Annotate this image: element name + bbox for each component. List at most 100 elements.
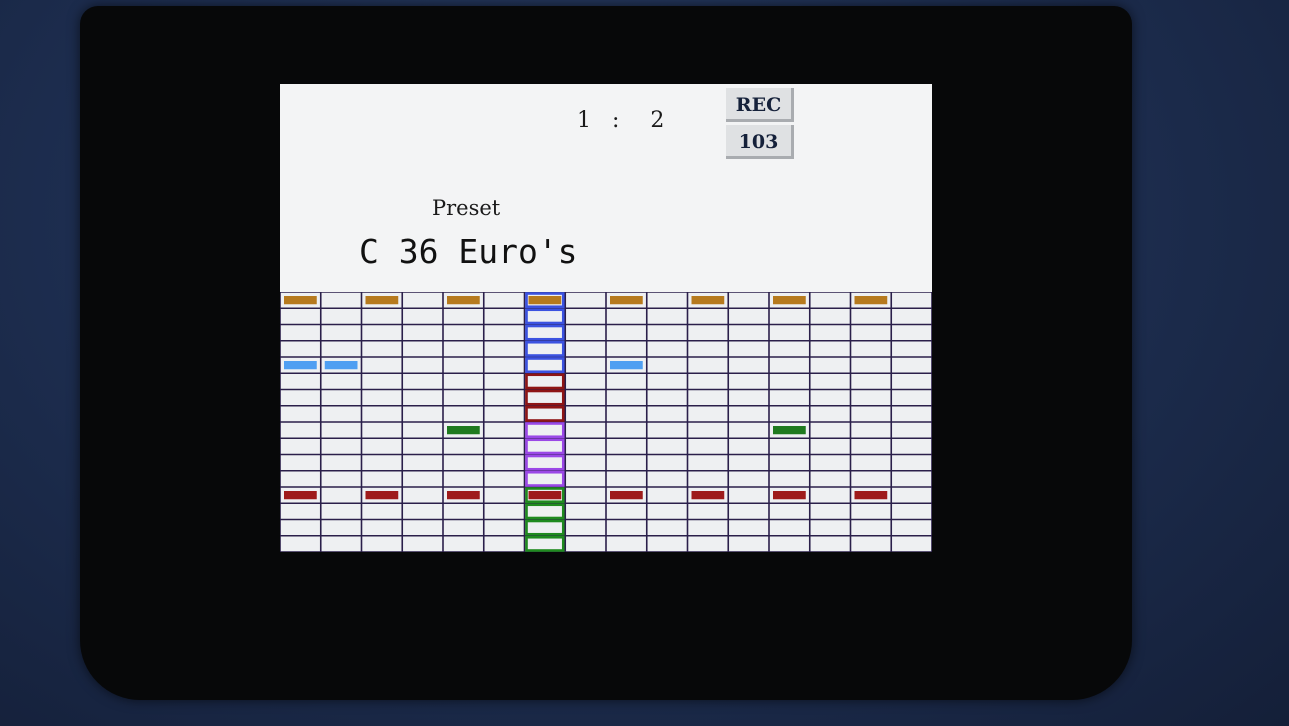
grid-cell[interactable] [320,340,362,357]
grid-cell[interactable] [565,438,606,455]
grid-cell[interactable] [565,487,606,504]
grid-cell[interactable] [320,422,362,439]
grid-cell[interactable] [280,535,321,552]
grid-cell[interactable] [280,519,321,536]
grid-cell[interactable] [320,389,362,406]
grid-cell[interactable] [769,405,810,422]
grid-cell[interactable] [769,324,810,341]
grid-cell[interactable] [769,340,810,357]
grid-cell[interactable] [361,470,403,487]
grid-cell[interactable] [809,340,851,357]
step-note[interactable] [365,491,399,500]
grid-cell[interactable] [565,405,606,422]
grid-cell[interactable] [443,405,484,422]
grid-cell[interactable] [565,373,606,390]
grid-cell[interactable] [687,389,729,406]
preset-name[interactable]: C 36 Euro's [359,232,578,271]
grid-cell[interactable] [687,405,729,422]
grid-cell[interactable] [769,470,810,487]
grid-cell[interactable] [728,503,769,520]
grid-cell[interactable] [606,405,647,422]
grid-cell[interactable] [687,324,729,341]
grid-cell[interactable] [891,357,932,374]
step-note[interactable] [284,491,317,500]
grid-cell[interactable] [891,405,932,422]
grid-cell[interactable] [483,454,525,471]
step-note[interactable] [610,361,643,370]
grid-cell[interactable] [361,454,403,471]
grid-cell[interactable] [606,389,647,406]
grid-cell[interactable] [850,308,892,325]
grid-cell[interactable] [402,422,443,439]
grid-cell[interactable] [443,438,484,455]
grid-cell[interactable] [320,438,362,455]
grid-cell[interactable] [402,292,443,309]
step-note[interactable] [854,296,888,305]
grid-cell[interactable] [809,487,851,504]
grid-cell[interactable] [606,340,647,357]
grid-cell[interactable] [606,519,647,536]
grid-cell[interactable] [483,405,525,422]
step-note[interactable] [365,296,399,305]
grid-cell[interactable] [565,357,606,374]
grid-cell[interactable] [728,357,769,374]
grid-cell[interactable] [809,405,851,422]
grid-cell[interactable] [646,357,688,374]
grid-cell[interactable] [361,438,403,455]
step-note[interactable] [528,491,562,500]
grid-cell[interactable] [687,535,729,552]
grid-cell[interactable] [280,454,321,471]
grid-cell[interactable] [443,340,484,357]
grid-cell[interactable] [280,503,321,520]
grid-cell[interactable] [320,324,362,341]
grid-cell[interactable] [646,438,688,455]
step-note[interactable] [691,491,725,500]
grid-cell[interactable] [361,357,403,374]
grid-cell[interactable] [850,340,892,357]
grid-cell[interactable] [483,519,525,536]
step-note[interactable] [528,296,562,305]
grid-cell[interactable] [483,503,525,520]
grid-cell[interactable] [646,535,688,552]
grid-cell[interactable] [687,340,729,357]
grid-cell[interactable] [891,438,932,455]
grid-cell[interactable] [565,324,606,341]
grid-cell[interactable] [646,373,688,390]
grid-cell[interactable] [443,519,484,536]
step-note[interactable] [447,426,480,435]
grid-cell[interactable] [402,519,443,536]
grid-cell[interactable] [809,535,851,552]
grid-cell[interactable] [565,470,606,487]
grid-cell[interactable] [280,422,321,439]
grid-cell[interactable] [891,389,932,406]
grid-cell[interactable] [483,340,525,357]
grid-cell[interactable] [483,487,525,504]
grid-cell[interactable] [565,389,606,406]
grid-cell[interactable] [728,389,769,406]
grid-cell[interactable] [320,470,362,487]
step-note[interactable] [773,491,806,500]
sequencer-grid[interactable] [280,292,932,552]
grid-cell[interactable] [320,373,362,390]
grid-cell[interactable] [565,308,606,325]
grid-cell[interactable] [809,503,851,520]
value-button[interactable]: 103 [726,125,794,159]
grid-cell[interactable] [280,470,321,487]
grid-cell[interactable] [728,405,769,422]
grid-cell[interactable] [809,308,851,325]
grid-cell[interactable] [646,487,688,504]
grid-cell[interactable] [402,324,443,341]
grid-cell[interactable] [280,340,321,357]
grid-cell[interactable] [483,324,525,341]
grid-cell[interactable] [687,308,729,325]
grid-cell[interactable] [402,373,443,390]
grid-cell[interactable] [565,519,606,536]
grid-cell[interactable] [361,373,403,390]
grid-cell[interactable] [443,373,484,390]
grid-cell[interactable] [728,373,769,390]
grid-cell[interactable] [769,454,810,471]
grid-cell[interactable] [483,389,525,406]
grid-cell[interactable] [443,454,484,471]
grid-cell[interactable] [850,405,892,422]
grid-cell[interactable] [646,324,688,341]
